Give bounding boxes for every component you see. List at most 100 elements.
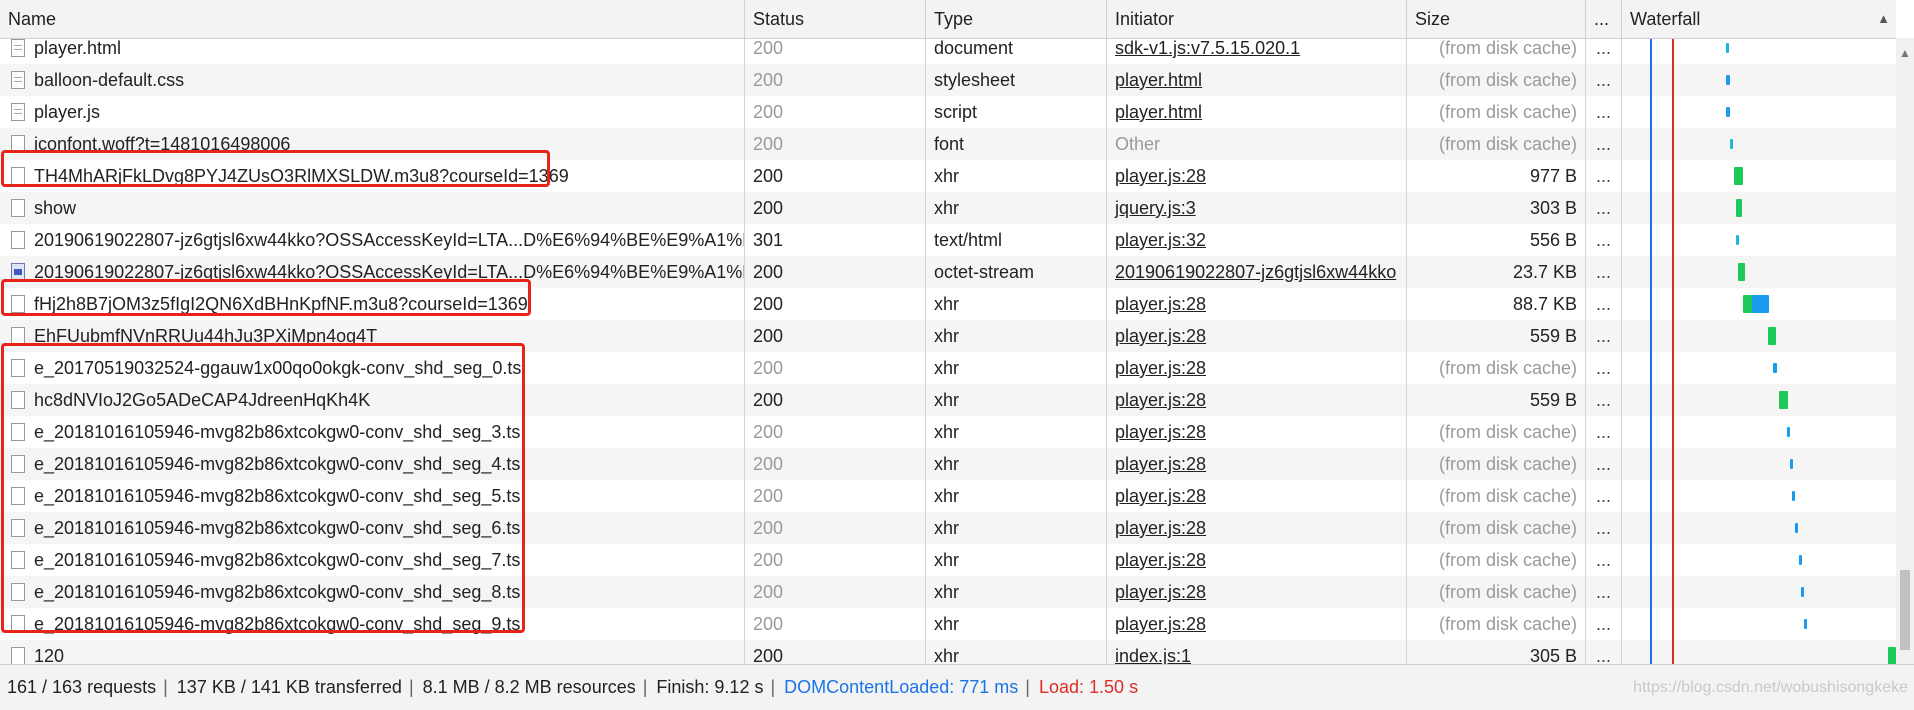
waterfall-bar[interactable]: [1726, 43, 1729, 53]
waterfall-cell[interactable]: [1622, 39, 1896, 64]
initiator-link[interactable]: player.js:28: [1115, 166, 1206, 186]
request-row[interactable]: 20190619022807-jz6gtjsl6xw44kko?OSSAcces…: [0, 256, 1896, 288]
waterfall-cell[interactable]: [1622, 128, 1896, 160]
request-row[interactable]: player.js 200 script player.html (from disk …: [0, 96, 1896, 128]
request-name-cell[interactable]: 20190619022807-jz6gtjsl6xw44kko?OSSAcces…: [0, 224, 745, 256]
request-row[interactable]: iconfont.woff?t=1481016498006 200 font Othe…: [0, 128, 1896, 160]
waterfall-bar[interactable]: [1779, 391, 1788, 409]
waterfall-bar[interactable]: [1790, 459, 1793, 469]
scroll-up-arrow-icon[interactable]: ▲: [1899, 46, 1911, 60]
initiator-link[interactable]: player.js:28: [1115, 326, 1206, 346]
sort-ascending-icon[interactable]: ▲: [1877, 0, 1890, 38]
initiator-link[interactable]: player.html: [1115, 70, 1202, 90]
waterfall-bar[interactable]: [1888, 647, 1896, 664]
waterfall-cell[interactable]: [1622, 96, 1896, 128]
waterfall-bar[interactable]: [1726, 75, 1730, 85]
request-row[interactable]: e_20181016105946-mvg82b86xtcokgw0-conv_s…: [0, 608, 1896, 640]
waterfall-cell[interactable]: [1622, 160, 1896, 192]
request-name-cell[interactable]: e_20181016105946-mvg82b86xtcokgw0-conv_s…: [0, 448, 745, 480]
request-row[interactable]: e_20181016105946-mvg82b86xtcokgw0-conv_s…: [0, 512, 1896, 544]
waterfall-bar[interactable]: [1773, 363, 1777, 373]
request-name-cell[interactable]: e_20181016105946-mvg82b86xtcokgw0-conv_s…: [0, 512, 745, 544]
request-row[interactable]: hc8dNVIoJ2Go5ADeCAP4JdreenHqKh4K 200 xhr pl…: [0, 384, 1896, 416]
waterfall-cell[interactable]: [1622, 512, 1896, 544]
initiator-link[interactable]: player.js:28: [1115, 390, 1206, 410]
waterfall-cell[interactable]: [1622, 544, 1896, 576]
waterfall-cell[interactable]: [1622, 192, 1896, 224]
request-row[interactable]: e_20181016105946-mvg82b86xtcokgw0-conv_s…: [0, 416, 1896, 448]
waterfall-cell[interactable]: [1622, 576, 1896, 608]
request-name-cell[interactable]: player.html: [0, 39, 745, 64]
initiator-link[interactable]: player.js:28: [1115, 486, 1206, 506]
waterfall-bar[interactable]: [1736, 235, 1739, 245]
column-header-type[interactable]: Type: [926, 0, 1107, 38]
initiator-link[interactable]: player.js:32: [1115, 230, 1206, 250]
request-row[interactable]: e_20181016105946-mvg82b86xtcokgw0-conv_s…: [0, 448, 1896, 480]
request-name-cell[interactable]: e_20181016105946-mvg82b86xtcokgw0-conv_s…: [0, 576, 745, 608]
initiator-link[interactable]: player.js:28: [1115, 454, 1206, 474]
request-row[interactable]: EhFUubmfNVnRRUu44hJu3PXiMpn4og4T 200 xhr pl…: [0, 320, 1896, 352]
request-name-cell[interactable]: balloon-default.css: [0, 64, 745, 96]
waterfall-cell[interactable]: [1622, 352, 1896, 384]
waterfall-bar[interactable]: [1795, 523, 1798, 533]
waterfall-cell[interactable]: [1622, 416, 1896, 448]
request-name-cell[interactable]: e_20181016105946-mvg82b86xtcokgw0-conv_s…: [0, 544, 745, 576]
initiator-link[interactable]: player.js:28: [1115, 614, 1206, 634]
request-name-cell[interactable]: fHj2h8B7jOM3z5fIgI2QN6XdBHnKpfNF.m3u8?co…: [0, 288, 745, 320]
waterfall-cell[interactable]: [1622, 288, 1896, 320]
initiator-link[interactable]: jquery.js:3: [1115, 198, 1196, 218]
waterfall-cell[interactable]: [1622, 480, 1896, 512]
request-name-cell[interactable]: 20190619022807-jz6gtjsl6xw44kko?OSSAcces…: [0, 256, 745, 288]
request-name-cell[interactable]: e_20181016105946-mvg82b86xtcokgw0-conv_s…: [0, 608, 745, 640]
column-header-waterfall[interactable]: Waterfall ▲: [1622, 0, 1896, 38]
scrollbar-thumb[interactable]: [1900, 570, 1910, 650]
initiator-link[interactable]: player.js:28: [1115, 550, 1206, 570]
waterfall-cell[interactable]: [1622, 256, 1896, 288]
waterfall-bar[interactable]: [1726, 107, 1730, 117]
request-name-cell[interactable]: show: [0, 192, 745, 224]
request-row[interactable]: 120 200 xhr index.js:1 305 B...: [0, 640, 1896, 664]
waterfall-bar[interactable]: [1738, 263, 1745, 281]
request-row[interactable]: fHj2h8B7jOM3z5fIgI2QN6XdBHnKpfNF.m3u8?co…: [0, 288, 1896, 320]
request-row[interactable]: balloon-default.css 200 stylesheet player.h…: [0, 64, 1896, 96]
waterfall-bar[interactable]: [1799, 555, 1802, 565]
initiator-link[interactable]: player.js:28: [1115, 582, 1206, 602]
waterfall-bar[interactable]: [1792, 491, 1795, 501]
waterfall-cell[interactable]: [1622, 224, 1896, 256]
waterfall-cell[interactable]: [1622, 448, 1896, 480]
waterfall-bar[interactable]: [1768, 327, 1776, 345]
initiator-link[interactable]: player.js:28: [1115, 422, 1206, 442]
column-header-name[interactable]: Name: [0, 0, 745, 38]
column-header-initiator[interactable]: Initiator: [1107, 0, 1407, 38]
initiator-link[interactable]: player.js:28: [1115, 358, 1206, 378]
request-row[interactable]: e_20170519032524-ggauw1x00qo0okgk-conv_s…: [0, 352, 1896, 384]
initiator-link[interactable]: index.js:1: [1115, 646, 1191, 664]
waterfall-bar[interactable]: [1736, 199, 1742, 217]
initiator-link[interactable]: player.html: [1115, 102, 1202, 122]
request-name-cell[interactable]: EhFUubmfNVnRRUu44hJu3PXiMpn4og4T: [0, 320, 745, 352]
initiator-link[interactable]: 20190619022807-jz6gtjsl6xw44kko: [1115, 262, 1396, 282]
initiator-link[interactable]: player.js:28: [1115, 294, 1206, 314]
request-row[interactable]: show 200 xhr jquery.js:3 303 B...: [0, 192, 1896, 224]
request-row[interactable]: e_20181016105946-mvg82b86xtcokgw0-conv_s…: [0, 480, 1896, 512]
waterfall-cell[interactable]: [1622, 64, 1896, 96]
request-name-cell[interactable]: e_20181016105946-mvg82b86xtcokgw0-conv_s…: [0, 416, 745, 448]
request-name-cell[interactable]: 120: [0, 640, 745, 664]
request-row[interactable]: TH4MhARjFkLDvg8PYJ4ZUsO3RlMXSLDW.m3u8?co…: [0, 160, 1896, 192]
waterfall-cell[interactable]: [1622, 640, 1896, 664]
column-header-more[interactable]: ...: [1586, 0, 1622, 38]
request-name-cell[interactable]: iconfont.woff?t=1481016498006: [0, 128, 745, 160]
waterfall-bar[interactable]: [1787, 427, 1790, 437]
request-row[interactable]: e_20181016105946-mvg82b86xtcokgw0-conv_s…: [0, 544, 1896, 576]
waterfall-cell[interactable]: [1622, 608, 1896, 640]
waterfall-cell[interactable]: [1622, 384, 1896, 416]
request-name-cell[interactable]: e_20181016105946-mvg82b86xtcokgw0-conv_s…: [0, 480, 745, 512]
waterfall-bar[interactable]: [1804, 619, 1807, 629]
initiator-link[interactable]: sdk-v1.js:v7.5.15.020.1: [1115, 39, 1300, 58]
request-name-cell[interactable]: player.js: [0, 96, 745, 128]
waterfall-bar[interactable]: [1734, 167, 1743, 185]
column-header-status[interactable]: Status: [745, 0, 926, 38]
request-row[interactable]: e_20181016105946-mvg82b86xtcokgw0-conv_s…: [0, 576, 1896, 608]
waterfall-bar[interactable]: [1743, 295, 1769, 313]
request-name-cell[interactable]: hc8dNVIoJ2Go5ADeCAP4JdreenHqKh4K: [0, 384, 745, 416]
